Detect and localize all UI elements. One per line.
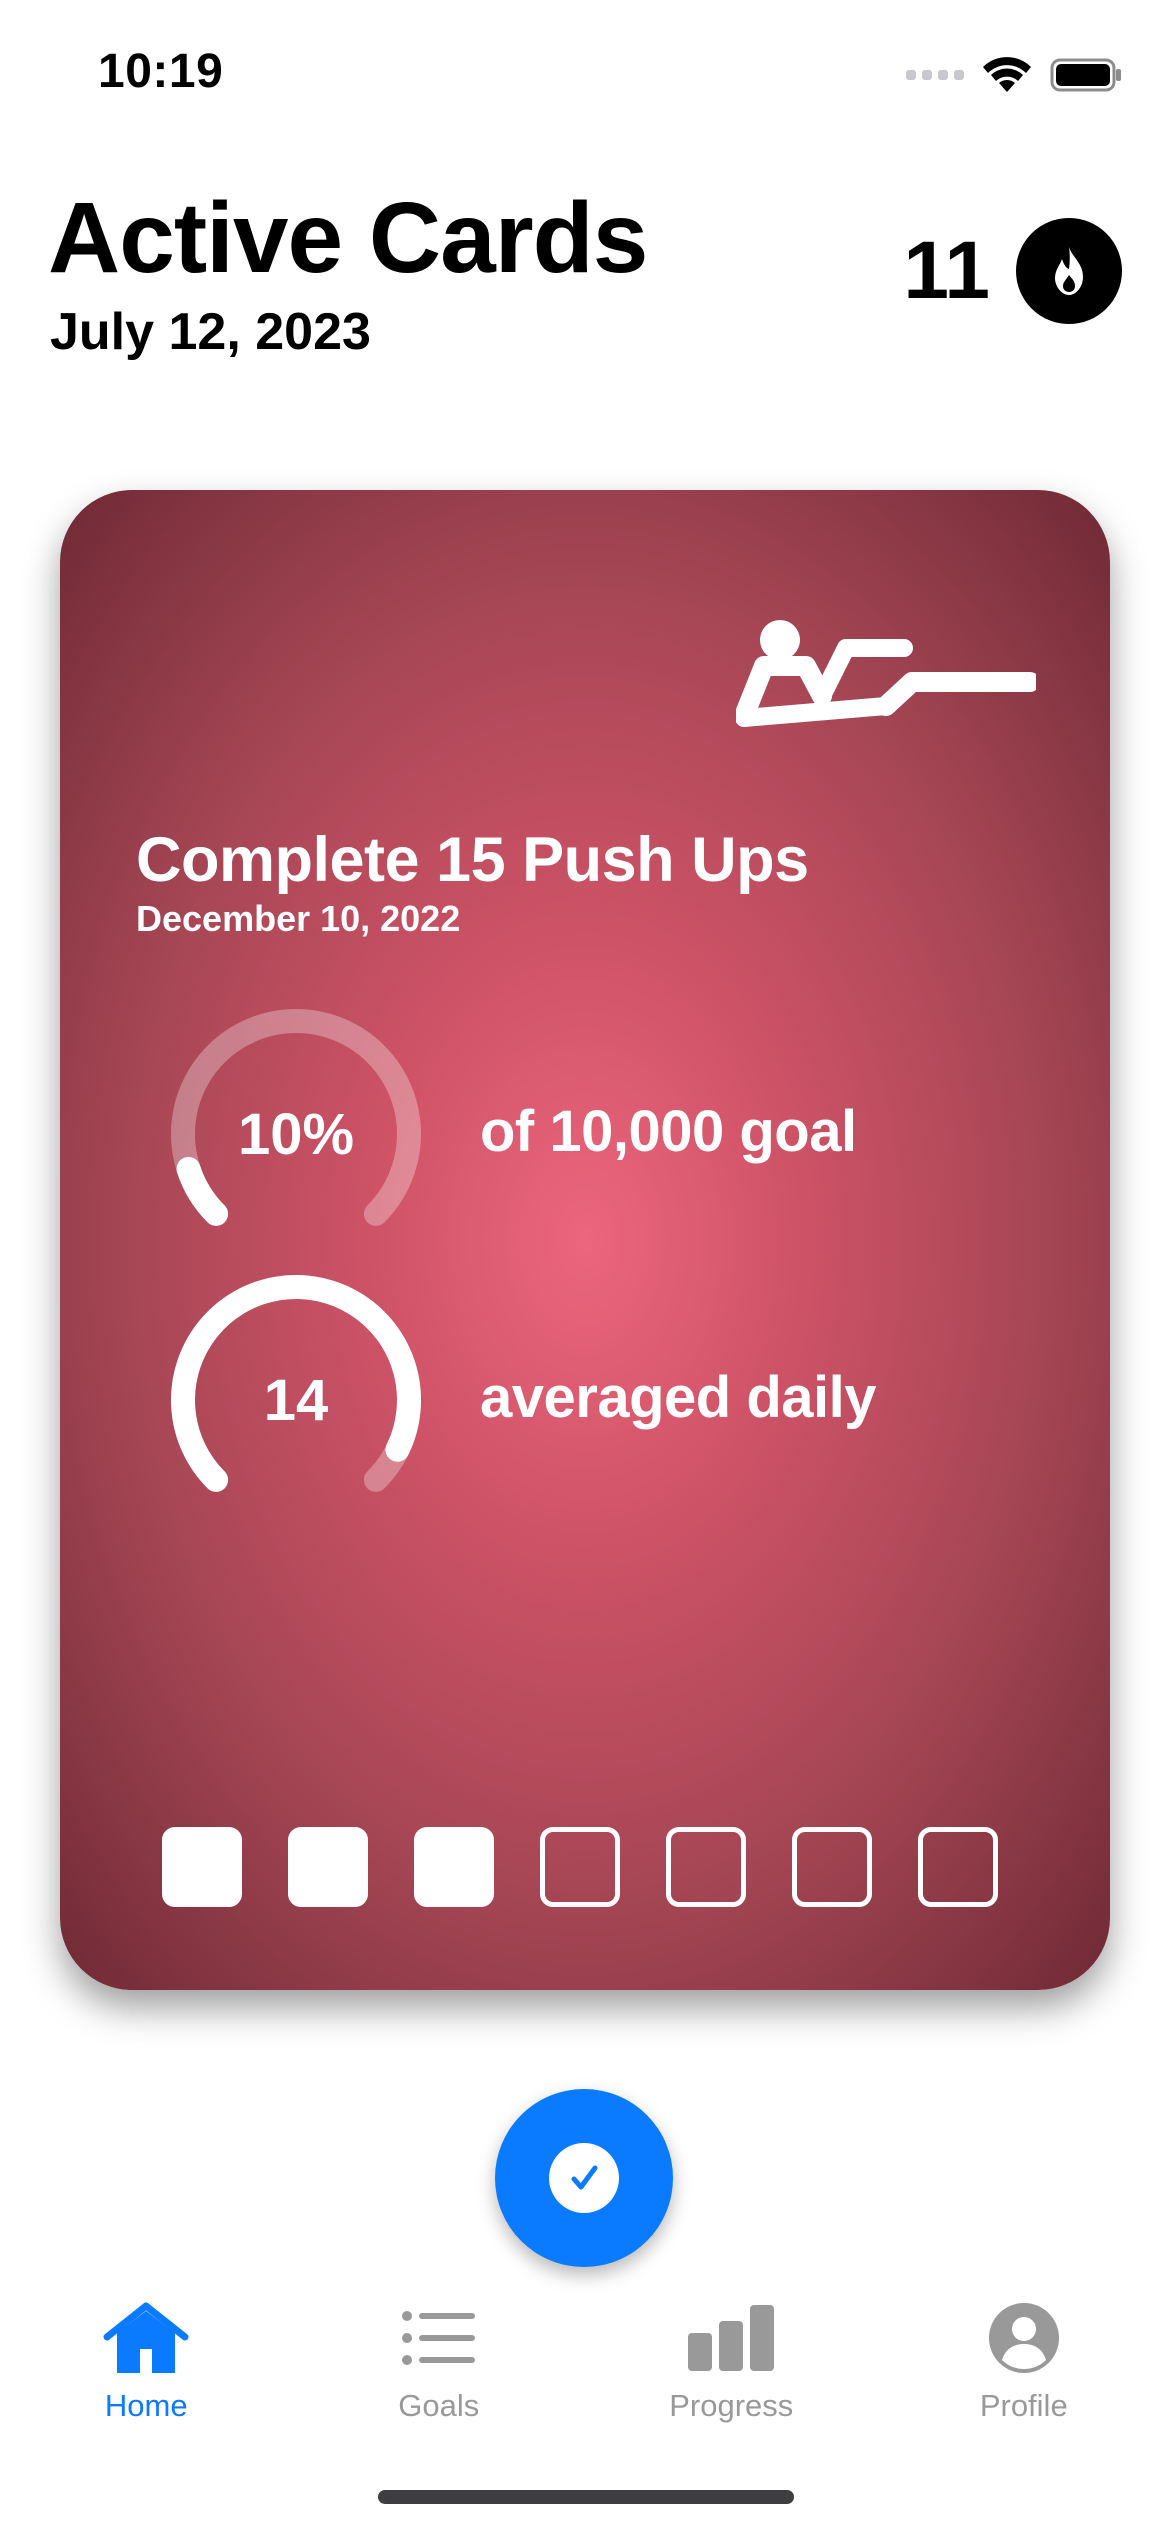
day-checkbox[interactable] <box>918 1827 998 1907</box>
day-checkbox[interactable] <box>792 1827 872 1907</box>
active-goal-card[interactable]: Complete 15 Push Ups December 10, 2022 1… <box>60 490 1110 1990</box>
streak-count: 11 <box>903 225 990 316</box>
weekly-checkboxes <box>162 1827 998 1907</box>
daily-average-label: averaged daily <box>480 1365 877 1430</box>
tab-bar: Home Goals Progress Profile <box>0 2280 1170 2440</box>
tab-home[interactable]: Home <box>0 2280 293 2440</box>
day-checkbox[interactable] <box>666 1827 746 1907</box>
day-checkbox[interactable] <box>540 1827 620 1907</box>
tab-progress[interactable]: Progress <box>585 2280 878 2440</box>
goal-progress-value: 10% <box>237 1101 355 1167</box>
day-checkbox[interactable] <box>414 1827 494 1907</box>
day-checkbox[interactable] <box>162 1827 242 1907</box>
status-bar: 10:19 <box>0 0 1170 150</box>
home-indicator <box>378 2490 794 2504</box>
push-up-icon <box>734 618 1040 743</box>
tab-home-label: Home <box>104 2388 188 2423</box>
wifi-icon <box>983 57 1031 92</box>
complete-button[interactable] <box>495 2089 673 2267</box>
daily-average-value: 14 <box>263 1367 329 1433</box>
card-date: December 10, 2022 <box>136 898 461 939</box>
card-title: Complete 15 Push Ups <box>136 825 809 895</box>
person-icon <box>988 2298 1060 2378</box>
page-title: Active Cards <box>48 182 648 294</box>
status-icons <box>906 50 1122 100</box>
daily-average-ring: 14 <box>166 1270 426 1530</box>
list-icon <box>401 2298 477 2378</box>
tab-progress-label: Progress <box>669 2388 794 2423</box>
cellular-signal-icon <box>906 70 964 80</box>
streak-counter[interactable]: 11 <box>903 218 1122 324</box>
house-icon <box>103 2298 189 2378</box>
flame-icon <box>1016 218 1122 324</box>
goal-progress-ring: 10% <box>166 1004 426 1264</box>
tab-profile[interactable]: Profile <box>878 2280 1170 2440</box>
tab-goals[interactable]: Goals <box>293 2280 586 2440</box>
page-date: July 12, 2023 <box>50 303 371 361</box>
goal-progress-label: of 10,000 goal <box>480 1099 857 1164</box>
checkmark-icon <box>549 2143 619 2213</box>
bar-chart-icon <box>688 2298 775 2378</box>
tab-goals-label: Goals <box>398 2388 480 2423</box>
day-checkbox[interactable] <box>288 1827 368 1907</box>
battery-icon <box>1050 58 1121 92</box>
status-time: 10:19 <box>98 45 224 98</box>
tab-profile-label: Profile <box>979 2388 1068 2423</box>
